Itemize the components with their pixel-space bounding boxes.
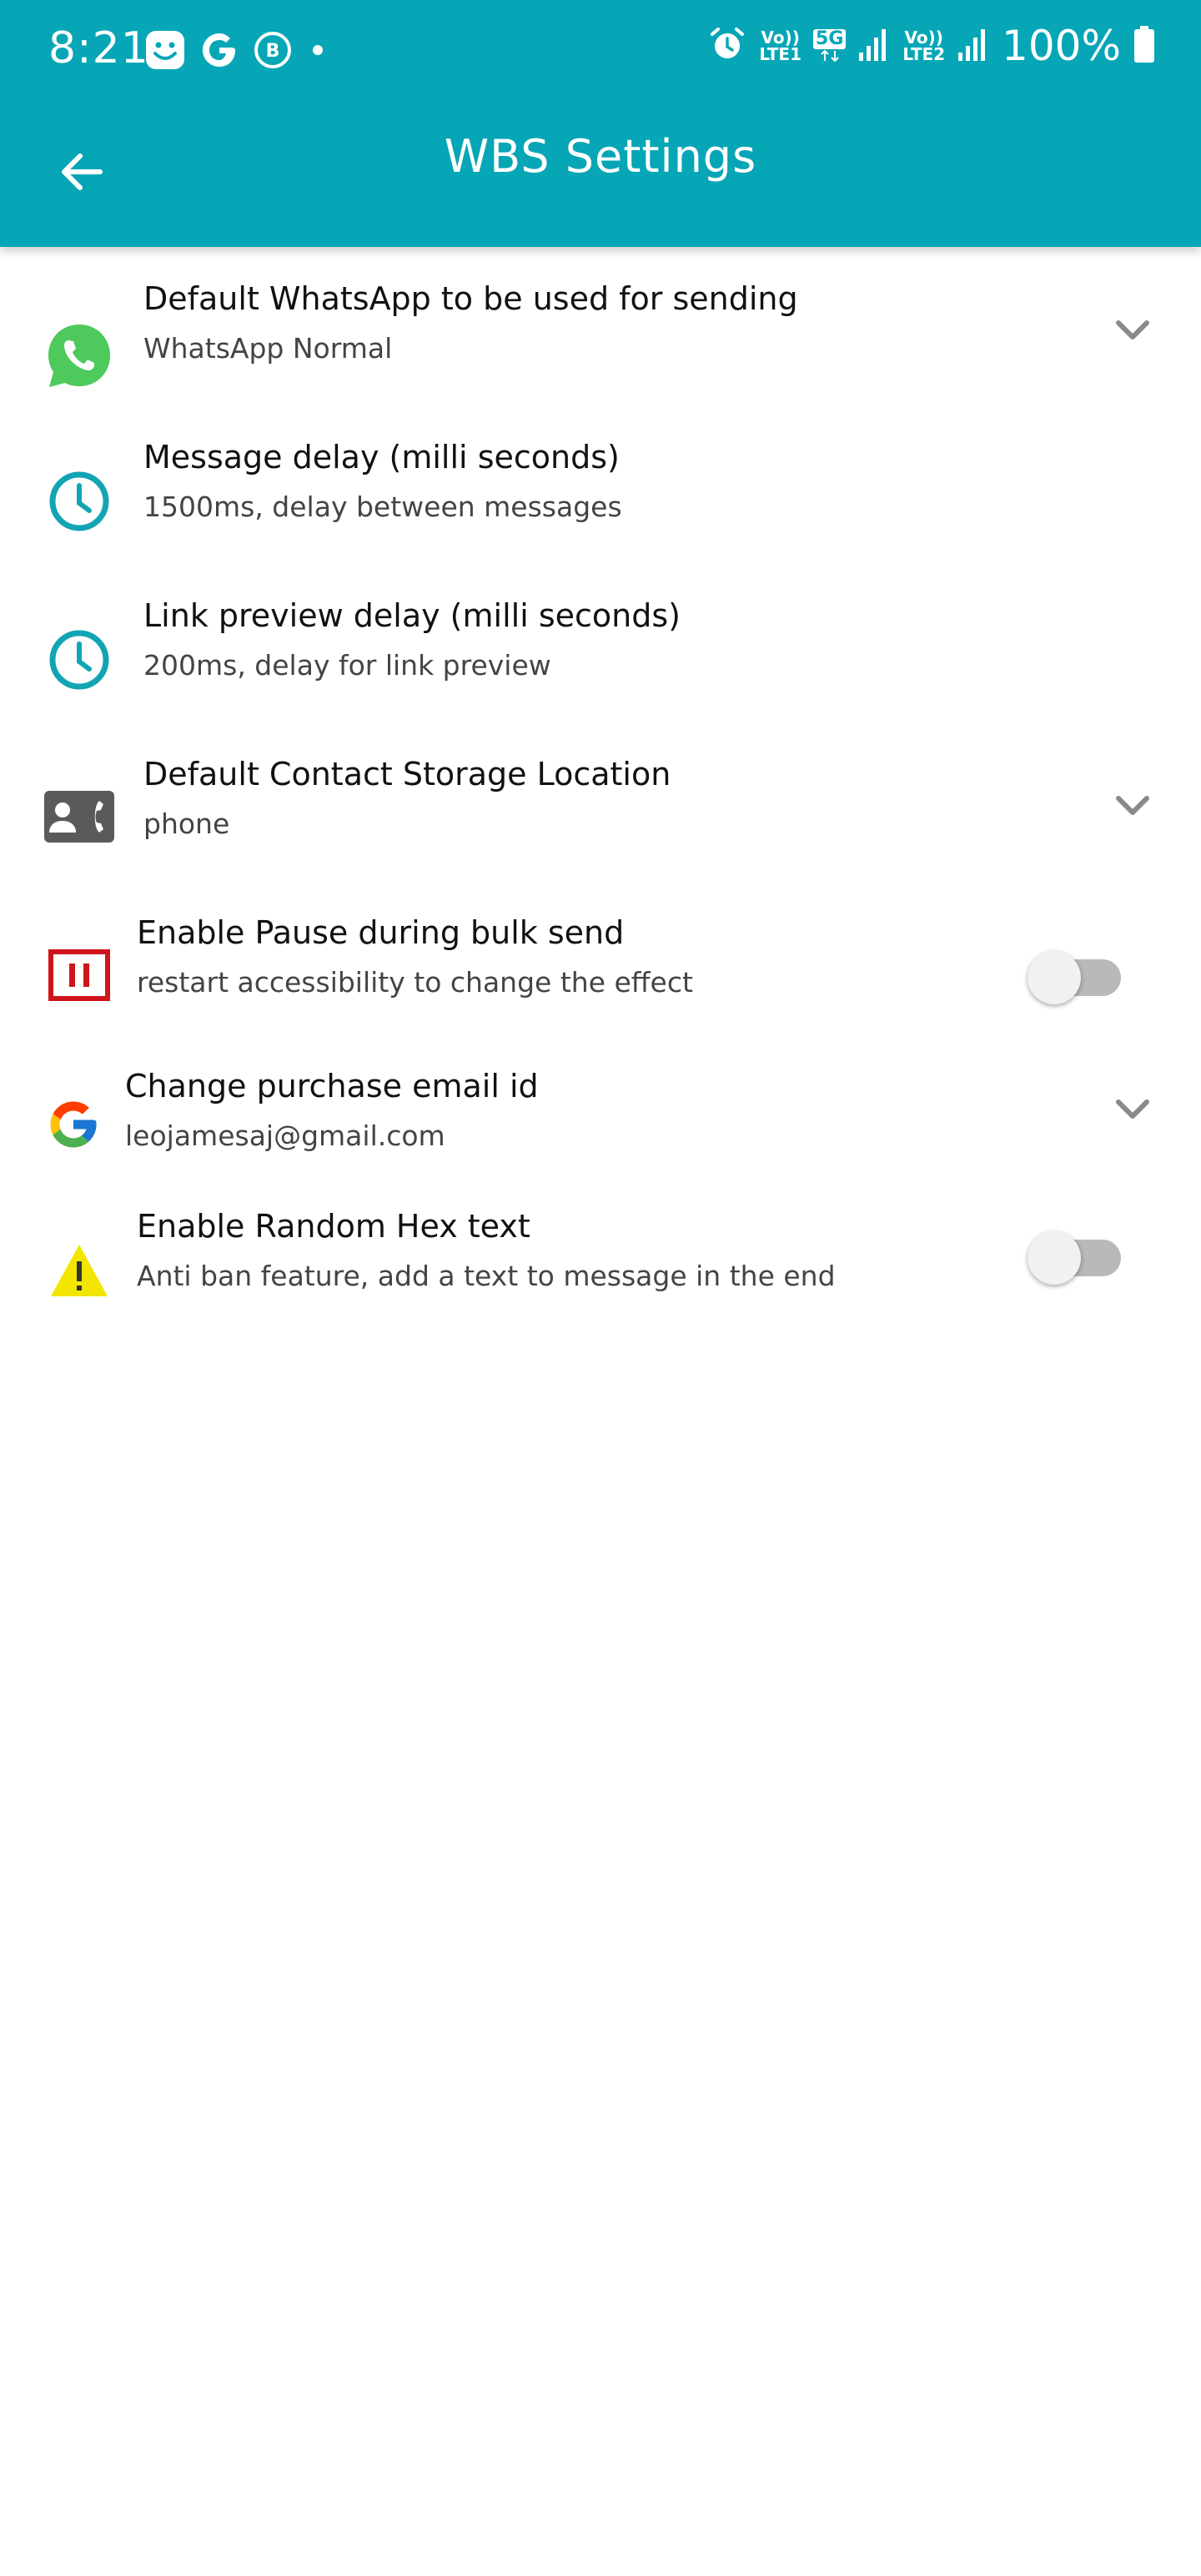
battery-icon xyxy=(1133,24,1156,68)
chevron-down-icon[interactable] xyxy=(1111,784,1154,828)
setting-title: Change purchase email id xyxy=(125,1068,539,1104)
toolbar: WBS Settings xyxy=(0,105,1201,247)
sim1-label: Vo)) LTE1 xyxy=(759,28,802,64)
sim2-label: Vo)) LTE2 xyxy=(902,28,946,64)
signal-sim1-icon xyxy=(857,26,891,66)
setting-contact-storage-location[interactable]: Default Contact Storage Location phone xyxy=(0,756,1201,881)
chevron-down-icon[interactable] xyxy=(1111,1088,1154,1131)
warning-icon xyxy=(42,1233,117,1308)
signal-sim2-icon xyxy=(957,26,990,66)
google-status-icon xyxy=(198,29,240,74)
pause-toggle[interactable] xyxy=(1028,951,1124,1004)
alarm-icon xyxy=(707,24,747,68)
whatsapp-business-status-icon: B xyxy=(252,29,294,74)
contact-phone-icon xyxy=(42,779,117,854)
setting-subtitle: Anti ban feature, add a text to message … xyxy=(137,1260,836,1292)
status-bar: 8:21 B Vo)) LTE1 5G Vo)) LTE2 100% xyxy=(0,0,1201,105)
setting-change-purchase-email[interactable]: Change purchase email id leojamesaj@gmai… xyxy=(0,1068,1201,1193)
setting-title: Message delay (milli seconds) xyxy=(143,439,620,475)
chevron-down-icon[interactable] xyxy=(1111,309,1154,352)
more-notifications-dot-icon xyxy=(305,38,330,66)
network-5g-badge: 5G xyxy=(813,29,847,63)
page-title: WBS Settings xyxy=(444,130,757,183)
setting-title: Default WhatsApp to be used for sending xyxy=(143,280,798,317)
toggle-knob xyxy=(1028,1231,1081,1285)
setting-subtitle: WhatsApp Normal xyxy=(143,332,393,365)
notification-icons: B xyxy=(143,28,330,75)
google-icon xyxy=(40,1091,107,1158)
status-right-icons: Vo)) LTE1 5G Vo)) LTE2 100% xyxy=(707,22,1156,70)
setting-enable-random-hex[interactable]: Enable Random Hex text Anti ban feature,… xyxy=(0,1208,1201,1333)
setting-subtitle: 1500ms, delay between messages xyxy=(143,491,622,523)
setting-enable-pause[interactable]: Enable Pause during bulk send restart ac… xyxy=(0,914,1201,1039)
setting-title: Default Contact Storage Location xyxy=(143,756,671,792)
setting-subtitle: 200ms, delay for link preview xyxy=(143,649,551,682)
status-time: 8:21 xyxy=(48,23,149,73)
setting-subtitle: leojamesaj@gmail.com xyxy=(125,1119,445,1152)
setting-title: Link preview delay (milli seconds) xyxy=(143,597,681,634)
app-bar: 8:21 B Vo)) LTE1 5G Vo)) LTE2 100% WBS S… xyxy=(0,0,1201,247)
clock-icon xyxy=(43,465,115,537)
setting-title: Enable Pause during bulk send xyxy=(137,914,625,951)
smiley-app-icon xyxy=(143,28,187,75)
setting-link-preview-delay[interactable]: Link preview delay (milli seconds) 200ms… xyxy=(0,597,1201,722)
random-hex-toggle[interactable] xyxy=(1028,1231,1124,1285)
setting-subtitle: restart accessibility to change the effe… xyxy=(137,966,693,999)
battery-percent: 100% xyxy=(1002,22,1121,70)
setting-message-delay[interactable]: Message delay (milli seconds) 1500ms, de… xyxy=(0,439,1201,564)
pause-icon xyxy=(42,938,117,1013)
toggle-knob xyxy=(1028,951,1081,1004)
setting-default-whatsapp[interactable]: Default WhatsApp to be used for sending … xyxy=(0,280,1201,405)
whatsapp-icon xyxy=(42,319,117,394)
setting-title: Enable Random Hex text xyxy=(137,1208,530,1245)
setting-subtitle: phone xyxy=(143,808,230,840)
clock-icon xyxy=(43,624,115,696)
svg-text:B: B xyxy=(266,41,280,62)
